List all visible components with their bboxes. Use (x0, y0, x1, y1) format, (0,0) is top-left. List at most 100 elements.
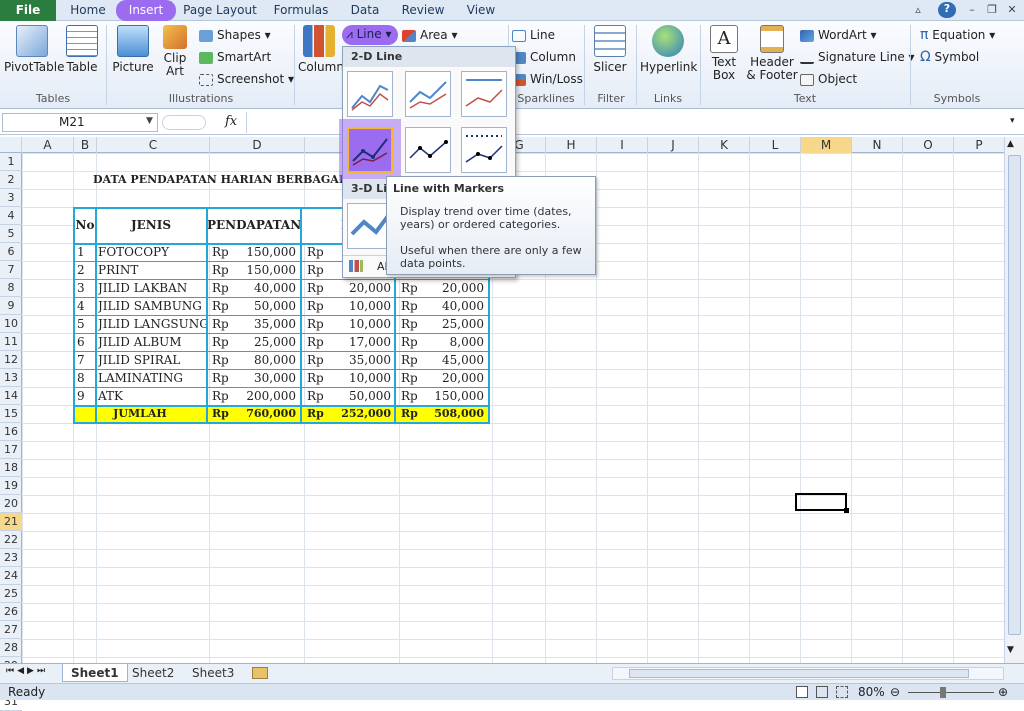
row-header-16[interactable]: 16 (0, 423, 22, 441)
name-box[interactable]: M21 (2, 113, 158, 132)
column-header-l[interactable]: L (750, 137, 801, 153)
row-header-6[interactable]: 6 (0, 243, 22, 261)
scroll-up-icon[interactable]: ▲ (1007, 139, 1014, 149)
row-header-4[interactable]: 4 (0, 207, 22, 225)
minimize-icon[interactable]: – (964, 3, 980, 17)
clipart-button[interactable]: Clip Art (158, 25, 192, 78)
header-footer-button[interactable]: Header & Footer (746, 25, 798, 82)
column-header-h[interactable]: H (546, 137, 597, 153)
row-header-18[interactable]: 18 (0, 459, 22, 477)
zoom-out-icon[interactable]: ⊖ (890, 684, 900, 701)
insert-function-icon[interactable]: fx (225, 114, 237, 129)
row-header-10[interactable]: 10 (0, 315, 22, 333)
vertical-scrollbar[interactable]: ▲ ▼ (1004, 137, 1024, 663)
row-header-25[interactable]: 25 (0, 585, 22, 603)
column-header-i[interactable]: I (597, 137, 648, 153)
column-header-c[interactable]: C (97, 137, 210, 153)
stacked-line-option[interactable] (405, 71, 451, 117)
column-header-k[interactable]: K (699, 137, 750, 153)
column-header-a[interactable]: A (22, 137, 74, 153)
scroll-thumb[interactable] (1008, 155, 1021, 635)
row-header-22[interactable]: 22 (0, 531, 22, 549)
page-layout-view-icon[interactable] (816, 686, 828, 698)
row-header-5[interactable]: 5 (0, 225, 22, 243)
namebox-dropdown-icon[interactable]: ▼ (146, 116, 153, 126)
tab-review[interactable]: Review (396, 0, 450, 21)
hscroll-thumb[interactable] (629, 669, 969, 678)
sheet-tab-2[interactable]: Sheet2 (124, 664, 182, 682)
wordart-button[interactable]: WordArt ▾ (800, 26, 877, 44)
sheet-navigation-icons[interactable]: ⏮◀▶⏭ (6, 666, 48, 676)
row-header-21[interactable]: 21 (0, 513, 22, 531)
tab-view[interactable]: View (460, 0, 502, 21)
picture-button[interactable]: Picture (112, 25, 154, 74)
expand-formula-bar-icon[interactable]: ▾ (1010, 116, 1015, 126)
column-header-p[interactable]: P (954, 137, 1005, 153)
column-chart-button[interactable]: Column (298, 25, 344, 74)
normal-view-icon[interactable] (796, 686, 808, 698)
row-header-20[interactable]: 20 (0, 495, 22, 513)
sparkline-winloss-button[interactable]: Win/Loss (512, 70, 583, 88)
hyperlink-button[interactable]: Hyperlink (640, 25, 697, 74)
column-header-j[interactable]: J (648, 137, 699, 153)
row-header-27[interactable]: 27 (0, 621, 22, 639)
row-header-24[interactable]: 24 (0, 567, 22, 585)
100-stacked-line-option[interactable] (461, 71, 507, 117)
active-cell-m21[interactable] (795, 493, 849, 513)
column-header-m[interactable]: M (801, 137, 852, 153)
row-header-2[interactable]: 2 (0, 171, 22, 189)
column-header-b[interactable]: B (74, 137, 97, 153)
table-button[interactable]: Table (62, 25, 102, 74)
line-chart-button[interactable]: ⩘ Line ▾ (342, 25, 398, 45)
signature-line-button[interactable]: Signature Line ▾ (800, 48, 915, 66)
scroll-down-icon[interactable]: ▼ (1007, 645, 1014, 655)
stacked-line-markers-option[interactable] (405, 127, 451, 173)
zoom-level[interactable]: 80% (858, 684, 885, 701)
row-header-19[interactable]: 19 (0, 477, 22, 495)
fill-handle[interactable] (844, 508, 849, 513)
sheet-tab-3[interactable]: Sheet3 (184, 664, 242, 682)
pivottable-button[interactable]: PivotTable (4, 25, 65, 74)
row-header-28[interactable]: 28 (0, 639, 22, 657)
row-header-1[interactable]: 1 (0, 153, 22, 171)
area-chart-button[interactable]: Area ▾ (402, 26, 457, 44)
select-all-corner[interactable] (0, 137, 22, 153)
shapes-button[interactable]: Shapes ▾ (199, 26, 271, 44)
tab-data[interactable]: Data (344, 0, 386, 21)
restore-icon[interactable]: ❐ (984, 3, 1000, 17)
row-header-11[interactable]: 11 (0, 333, 22, 351)
zoom-slider[interactable] (908, 692, 994, 693)
collapse-ribbon-icon[interactable]: ▵ (910, 3, 926, 17)
row-header-3[interactable]: 3 (0, 189, 22, 207)
column-header-n[interactable]: N (852, 137, 903, 153)
row-header-14[interactable]: 14 (0, 387, 22, 405)
slicer-button[interactable]: Slicer (590, 25, 630, 74)
close-icon[interactable]: ✕ (1004, 3, 1020, 17)
row-header-23[interactable]: 23 (0, 549, 22, 567)
row-header-26[interactable]: 26 (0, 603, 22, 621)
tab-file[interactable]: File (0, 0, 56, 21)
smartart-button[interactable]: SmartArt (199, 48, 271, 66)
help-icon[interactable]: ? (938, 2, 956, 18)
100-stacked-line-markers-option[interactable] (461, 127, 507, 173)
textbox-button[interactable]: A Text Box (704, 25, 744, 82)
line-chart-option[interactable] (347, 71, 393, 117)
row-header-8[interactable]: 8 (0, 279, 22, 297)
tab-page-layout[interactable]: Page Layout (180, 0, 260, 21)
object-button[interactable]: Object (800, 70, 857, 88)
zoom-in-icon[interactable]: ⊕ (998, 684, 1008, 701)
tab-insert[interactable]: Insert (116, 0, 176, 21)
zoom-slider-thumb[interactable] (940, 687, 946, 698)
column-header-d[interactable]: D (210, 137, 305, 153)
line-with-markers-option[interactable] (347, 127, 393, 173)
formula-splitter[interactable] (162, 115, 206, 130)
sparkline-column-button[interactable]: Column (512, 48, 576, 66)
row-header-13[interactable]: 13 (0, 369, 22, 387)
screenshot-button[interactable]: Screenshot ▾ (199, 70, 294, 88)
horizontal-scrollbar[interactable] (612, 667, 1004, 680)
column-header-o[interactable]: O (903, 137, 954, 153)
sparkline-line-button[interactable]: Line (512, 26, 555, 44)
row-header-17[interactable]: 17 (0, 441, 22, 459)
tab-formulas[interactable]: Formulas (268, 0, 334, 21)
tab-home[interactable]: Home (64, 0, 112, 21)
